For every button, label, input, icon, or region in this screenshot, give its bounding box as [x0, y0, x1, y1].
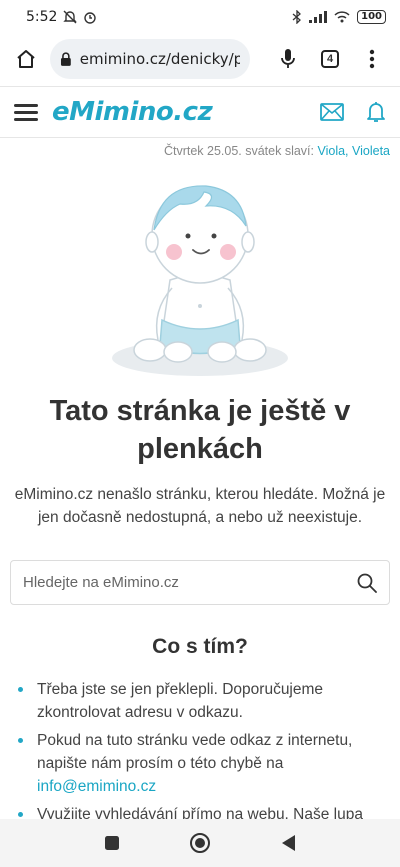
status-right: 100 [292, 10, 386, 24]
tips-list: Třeba jste se jen překlepli. Doporučujem… [18, 678, 378, 831]
more-vertical-icon [369, 49, 375, 69]
bell-icon[interactable] [366, 101, 386, 123]
site-logo[interactable]: eMimino.cz [52, 97, 213, 127]
battery-indicator: 100 [357, 10, 386, 24]
status-time: 5:52 [26, 9, 58, 25]
alarm-icon [84, 12, 97, 24]
url-text: emimino.cz/denicky/p [79, 50, 240, 68]
home-button[interactable] [8, 41, 44, 77]
recent-apps-icon[interactable] [104, 835, 120, 851]
browser-toolbar: emimino.cz/denicky/p 4 [0, 34, 400, 84]
voice-search-button[interactable] [270, 41, 306, 77]
home-icon [17, 50, 35, 68]
section-title: Co s tím? [152, 635, 248, 658]
menu-icon [14, 103, 38, 107]
lock-icon [60, 52, 71, 66]
header-icons [320, 101, 386, 123]
list-item: Třeba jste se jen překlepli. Doporučujem… [18, 678, 378, 724]
site-search [10, 560, 390, 605]
microphone-icon [281, 49, 295, 68]
contact-email-link[interactable]: info@emimino.cz [37, 778, 156, 795]
mute-notifications-icon [63, 10, 78, 24]
search-icon[interactable] [357, 573, 377, 593]
date-text: Čtvrtek 25.05. svátek slaví: [163, 144, 318, 158]
status-left: 5:52 [26, 9, 97, 25]
name-day-names[interactable]: Viola, Violeta [317, 144, 390, 158]
list-item: Pokud na tuto stránku vede odkaz z inter… [18, 729, 378, 798]
tabs-count: 4 [321, 50, 339, 68]
search-input[interactable] [23, 574, 357, 591]
tip-text: Pokud na tuto stránku vede odkaz z inter… [37, 732, 353, 772]
tabs-button[interactable]: 4 [312, 41, 348, 77]
name-day-line: Čtvrtek 25.05. svátek slaví: Viola, Viol… [164, 144, 390, 158]
menu-button[interactable] [14, 100, 38, 125]
system-nav-bar [0, 819, 400, 867]
bluetooth-icon [292, 10, 302, 24]
home-circle-icon[interactable] [189, 832, 211, 854]
status-bar: 5:52 100 [0, 0, 400, 34]
mail-icon[interactable] [320, 103, 344, 121]
page-title: Tato stránka je ještě v plenkách [49, 395, 351, 465]
back-icon[interactable] [280, 834, 296, 852]
wifi-icon [334, 11, 350, 23]
signal-icon [309, 11, 328, 23]
site-header: eMimino.cz [0, 86, 400, 138]
tip-text: Třeba jste se jen překlepli. Doporučujem… [37, 681, 324, 721]
baby-illustration [112, 185, 288, 376]
browser-menu-button[interactable] [354, 41, 390, 77]
address-bar[interactable]: emimino.cz/denicky/p [50, 39, 250, 79]
page-description: eMimino.cz nenašlo stránku, kterou hledá… [14, 486, 386, 526]
